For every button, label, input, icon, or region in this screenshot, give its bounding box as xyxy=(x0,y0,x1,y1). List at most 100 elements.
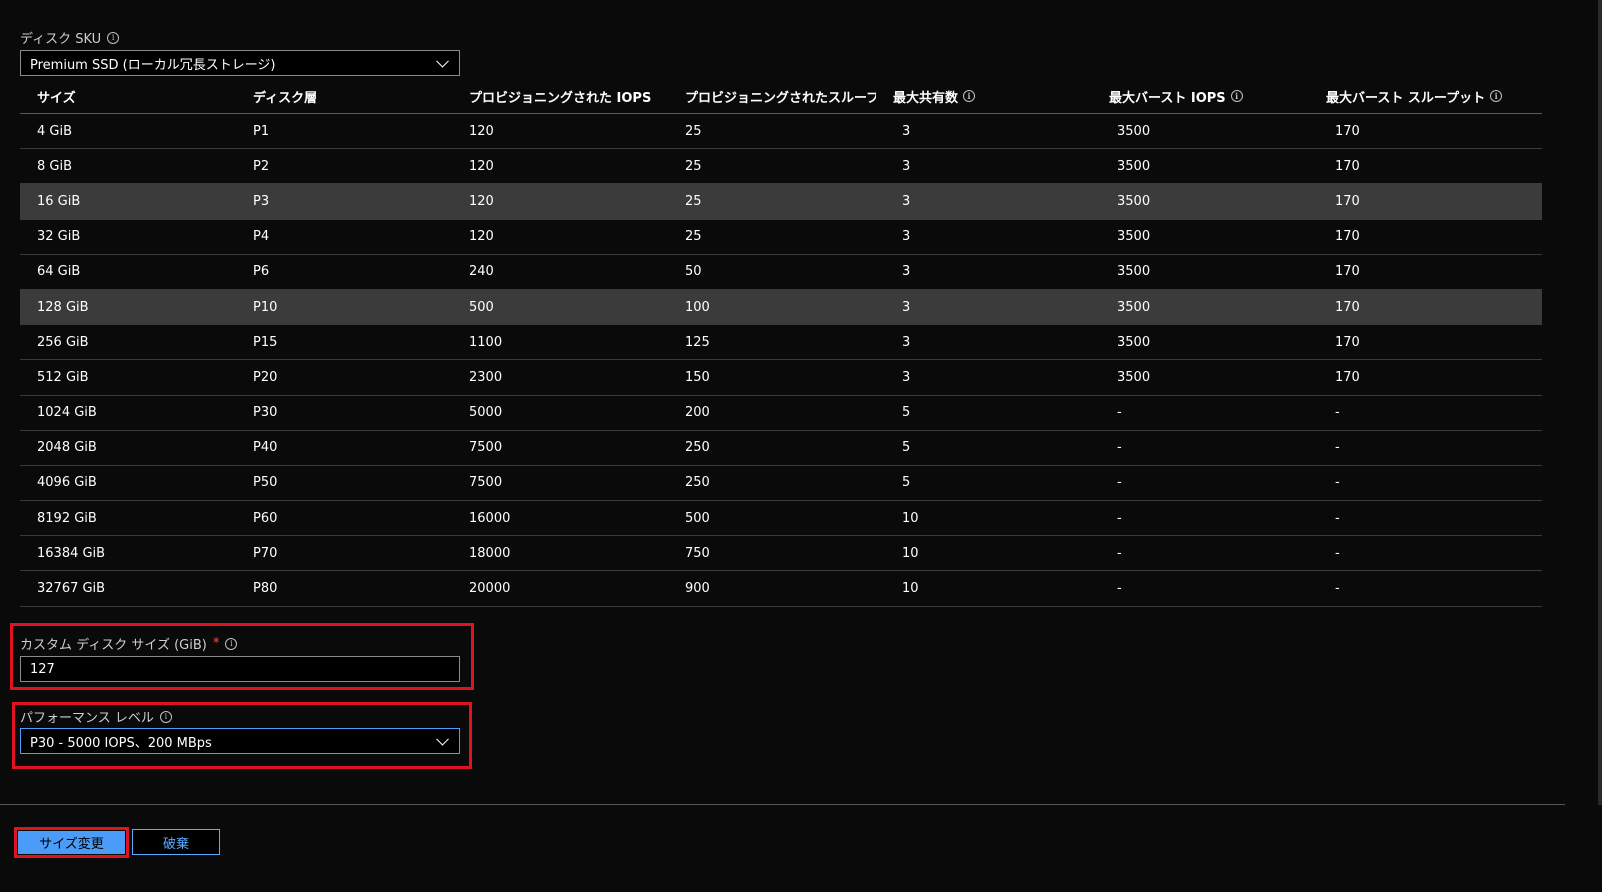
cell-max-burst-iops: 3500 xyxy=(1117,299,1151,315)
cell-max-shares: 3 xyxy=(902,369,911,385)
column-header-size[interactable]: サイズ xyxy=(20,87,236,106)
cell-max-burst-iops: 3500 xyxy=(1117,158,1151,174)
info-icon[interactable]: i xyxy=(1490,90,1503,102)
cell-size: 2048 GiB xyxy=(37,440,97,456)
cell-max-burst-throughput: - xyxy=(1335,581,1340,597)
cell-max-burst-throughput: 170 xyxy=(1335,369,1360,385)
table-row[interactable]: 16 GiB P3 120 25 3 3500 170 xyxy=(20,184,1542,220)
cell-iops: 7500 xyxy=(469,440,503,456)
cell-throughput: 750 xyxy=(685,545,710,561)
cell-max-burst-throughput: - xyxy=(1335,475,1340,491)
cell-max-shares: 3 xyxy=(902,299,911,315)
cell-max-burst-throughput: 170 xyxy=(1335,123,1360,139)
table-row[interactable]: 256 GiB P15 1100 125 3 3500 170 xyxy=(20,325,1542,361)
info-icon[interactable]: i xyxy=(963,90,976,102)
table-header: サイズ ディスク層 プロビジョニングされた IOPS プロビジョニングされたスル… xyxy=(20,79,1542,114)
performance-dropdown[interactable]: P30 - 5000 IOPS、200 MBps xyxy=(20,728,460,754)
cell-size: 1024 GiB xyxy=(37,405,97,421)
info-icon[interactable]: i xyxy=(107,31,120,44)
cell-throughput: 500 xyxy=(685,510,710,526)
cell-iops: 120 xyxy=(469,229,494,245)
cell-max-burst-throughput: 170 xyxy=(1335,334,1360,350)
column-header-max-shares[interactable]: 最大共有数 i xyxy=(876,87,1092,106)
column-header-iops[interactable]: プロビジョニングされた IOPS xyxy=(452,87,668,106)
cell-size: 32 GiB xyxy=(37,229,81,245)
custom-size-input[interactable] xyxy=(20,656,460,682)
cell-max-burst-throughput: 170 xyxy=(1335,264,1360,280)
cell-throughput: 25 xyxy=(685,158,702,174)
table-row[interactable]: 4 GiB P1 120 25 3 3500 170 xyxy=(20,114,1542,150)
info-icon[interactable]: i xyxy=(159,710,172,723)
cell-throughput: 25 xyxy=(685,229,702,245)
cell-iops: 20000 xyxy=(469,581,511,597)
info-icon[interactable]: i xyxy=(225,637,238,650)
column-header-tier[interactable]: ディスク層 xyxy=(236,87,452,106)
cell-max-burst-iops: - xyxy=(1117,440,1122,456)
cell-throughput: 50 xyxy=(685,264,702,280)
table-row[interactable]: 8 GiB P2 120 25 3 3500 170 xyxy=(20,149,1542,185)
column-header-max-burst-throughput[interactable]: 最大バースト スループット i xyxy=(1309,87,1542,106)
cell-throughput: 150 xyxy=(685,369,710,385)
cell-size: 128 GiB xyxy=(37,299,89,315)
table-row[interactable]: 1024 GiB P30 5000 200 5 - - xyxy=(20,396,1542,431)
cell-tier: P60 xyxy=(253,510,278,526)
cell-throughput: 100 xyxy=(685,299,710,315)
table-row[interactable]: 512 GiB P20 2300 150 3 3500 170 xyxy=(20,360,1542,396)
disk-size-table: サイズ ディスク層 プロビジョニングされた IOPS プロビジョニングされたスル… xyxy=(20,79,1542,607)
performance-label-text: パフォーマンス レベル xyxy=(20,711,154,726)
cell-size: 512 GiB xyxy=(37,369,89,385)
table-row[interactable]: 16384 GiB P70 18000 750 10 - - xyxy=(20,536,1542,572)
cell-throughput: 900 xyxy=(685,581,710,597)
scrollbar[interactable] xyxy=(1598,0,1602,805)
cell-iops: 120 xyxy=(469,158,494,174)
table-row[interactable]: 8192 GiB P60 16000 500 10 - - xyxy=(20,501,1542,537)
cell-max-shares: 3 xyxy=(902,229,911,245)
cell-max-burst-iops: 3500 xyxy=(1117,334,1151,350)
resize-button[interactable]: サイズ変更 xyxy=(18,831,125,854)
discard-button[interactable]: 破棄 xyxy=(132,829,220,855)
cell-iops: 5000 xyxy=(469,405,503,421)
cell-iops: 7500 xyxy=(469,475,503,491)
cell-max-burst-throughput: 170 xyxy=(1335,193,1360,209)
table-row[interactable]: 64 GiB P6 240 50 3 3500 170 xyxy=(20,255,1542,290)
column-header-throughput[interactable]: プロビジョニングされたスループ... xyxy=(668,87,876,106)
cell-iops: 120 xyxy=(469,123,494,139)
footer-divider xyxy=(0,804,1565,805)
cell-max-shares: 3 xyxy=(902,264,911,280)
cell-tier: P30 xyxy=(253,405,278,421)
custom-size-label-text: カスタム ディスク サイズ (GiB) xyxy=(20,638,207,653)
cell-size: 8192 GiB xyxy=(37,510,97,526)
table-body: 4 GiB P1 120 25 3 3500 170 8 GiB P2 120 25 3 3500 170… xyxy=(20,114,1542,607)
cell-throughput: 25 xyxy=(685,193,702,209)
cell-max-burst-iops: 3500 xyxy=(1117,369,1151,385)
cell-size: 16 GiB xyxy=(37,193,81,209)
table-row[interactable]: 32 GiB P4 120 25 3 3500 170 xyxy=(20,220,1542,255)
cell-tier: P2 xyxy=(253,158,270,174)
info-icon[interactable]: i xyxy=(1230,90,1243,102)
cell-tier: P70 xyxy=(253,545,278,561)
cell-tier: P4 xyxy=(253,229,270,245)
cell-max-shares: 5 xyxy=(902,405,911,421)
table-row[interactable]: 32767 GiB P80 20000 900 10 - - xyxy=(20,571,1542,607)
cell-max-burst-throughput: 170 xyxy=(1335,229,1360,245)
cell-max-shares: 10 xyxy=(902,510,919,526)
cell-tier: P50 xyxy=(253,475,278,491)
table-row[interactable]: 2048 GiB P40 7500 250 5 - - xyxy=(20,431,1542,466)
cell-iops: 500 xyxy=(469,299,494,315)
cell-size: 8 GiB xyxy=(37,158,73,174)
cell-tier: P3 xyxy=(253,193,270,209)
cell-max-burst-throughput: - xyxy=(1335,405,1340,421)
cell-max-shares: 5 xyxy=(902,475,911,491)
table-row[interactable]: 4096 GiB P50 7500 250 5 - - xyxy=(20,466,1542,502)
required-asterisk: * xyxy=(212,636,220,651)
disk-sku-label: ディスク SKU i xyxy=(20,28,120,47)
cell-max-burst-iops: - xyxy=(1117,405,1122,421)
cell-max-burst-iops: - xyxy=(1117,545,1122,561)
table-row[interactable]: 128 GiB P10 500 100 3 3500 170 xyxy=(20,289,1542,326)
custom-size-label: カスタム ディスク サイズ (GiB) * i xyxy=(20,634,238,653)
disk-sku-dropdown[interactable]: Premium SSD (ローカル冗長ストレージ) xyxy=(20,50,460,76)
cell-iops: 2300 xyxy=(469,369,503,385)
cell-max-burst-throughput: - xyxy=(1335,510,1340,526)
column-header-max-burst-iops[interactable]: 最大バースト IOPS i xyxy=(1092,87,1309,106)
cell-max-burst-iops: 3500 xyxy=(1117,193,1151,209)
